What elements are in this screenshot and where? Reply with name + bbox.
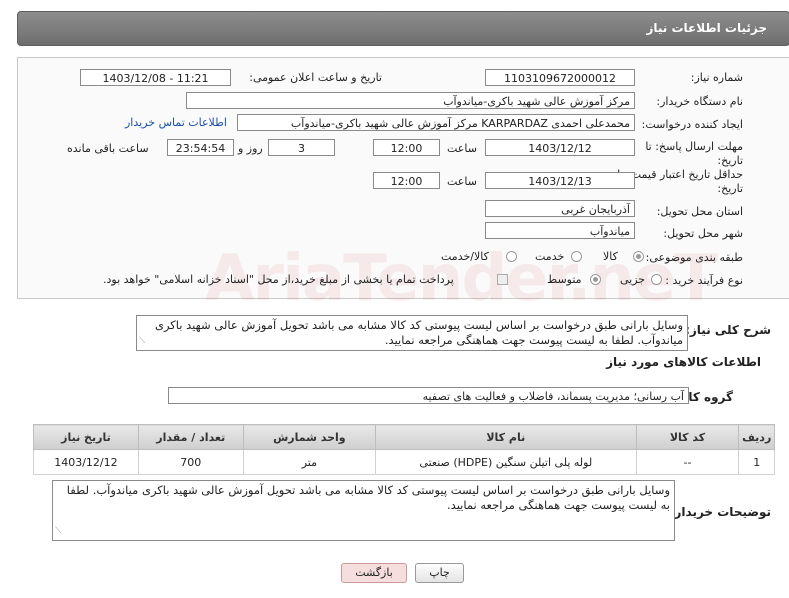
days-label: روز و [238,142,263,155]
category-service-label: خدمت [535,250,565,263]
category-both-label: کالا/خدمت [441,250,489,263]
resize-grip-icon[interactable]: ⟋ [139,334,145,349]
validity-date-field: 1403/12/13 [485,172,635,189]
resize-grip-icon[interactable]: ⟋ [55,524,61,539]
goods-section-title: اطلاعات کالاهای مورد نیاز [606,355,761,369]
cell-name: لوله پلی اتیلن سنگین (HDPE) صنعتی [375,449,637,475]
treasury-checkbox[interactable] [497,274,508,285]
announce-field: 1403/12/08 - 11:21 [80,69,231,86]
process-medium-radio[interactable] [590,274,601,285]
table-row: 1 -- لوله پلی اتیلن سنگین (HDPE) صنعتی م… [33,449,775,475]
cell-row: 1 [738,449,775,475]
col-unit: واحد شمارش [242,424,377,450]
description-textarea: وسایل بارانی طبق درخواست بر اساس لیست پی… [136,315,688,351]
remaining-time-field: 23:54:54 [167,139,234,156]
process-medium-label: متوسط [547,273,582,286]
buyer-notes-label: توضیحات خریدار: [669,505,771,519]
announce-label: تاریخ و ساعت اعلان عمومی: [249,71,382,84]
print-button[interactable]: چاپ [415,563,464,583]
page-title: جزئیات اطلاعات نیاز [646,21,767,35]
category-label: طبقه بندی موضوعی: [645,251,743,264]
process-label: نوع فرآیند خرید : [665,274,743,287]
city-field: میاندوآب [485,222,635,239]
days-field: 3 [268,139,335,156]
province-field: آذربایجان غربی [485,200,635,217]
deadline-date-field: 1403/12/12 [485,139,635,156]
cell-code: -- [635,449,740,475]
cell-qty: 700 [137,449,244,475]
page-header: جزئیات اطلاعات نیاز [17,11,789,46]
description-label: شرح کلی نیاز: [685,323,771,337]
deadline-time-label: ساعت [447,142,477,155]
validity-time-field: 12:00 [373,172,440,189]
buyer-org-field: مرکز آموزش عالی شهید باکری-میاندوآب [186,92,635,109]
process-minor-radio[interactable] [651,274,662,285]
col-code: کد کالا [635,424,740,450]
buyer-org-label: نام دستگاه خریدار: [656,95,743,108]
city-label: شهر محل تحویل: [663,227,743,240]
cell-date: 1403/12/12 [33,449,139,475]
back-button[interactable]: بازگشت [341,563,407,583]
process-minor-label: جزیی [620,273,646,286]
deadline-date-label: تاریخ: [717,154,743,167]
category-both-radio[interactable] [506,251,517,262]
buyer-contact-link[interactable]: اطلاعات تماس خریدار [125,116,227,129]
deadline-time-field: 12:00 [373,139,440,156]
cell-unit: متر [242,449,377,475]
col-qty: تعداد / مقدار [137,424,244,450]
validity-time-label: ساعت [447,175,477,188]
creator-field: محمدعلی احمدی KARPARDAZ مرکز آموزش عالی … [237,114,635,131]
col-row: ردیف [738,424,775,450]
province-label: استان محل تحویل: [656,205,743,218]
buyer-notes-text: وسایل بارانی طبق درخواست بر اساس لیست پی… [66,483,670,512]
deadline-label: مهلت ارسال پاسخ: تا [645,140,743,153]
category-service-radio[interactable] [571,251,582,262]
remaining-label: ساعت باقی مانده [67,142,149,155]
creator-label: ایجاد کننده درخواست: [641,118,743,131]
col-date: تاریخ نیاز [33,424,139,450]
category-goods-radio[interactable] [633,251,644,262]
need-number-label: شماره نیاز: [690,71,743,84]
validity-label: حداقل تاریخ اعتبار قیمت: تا [617,168,743,181]
buyer-notes-textarea: وسایل بارانی طبق درخواست بر اساس لیست پی… [52,480,675,541]
need-number-field: 1103109672000012 [485,69,635,86]
goods-table: ردیف کد کالا نام کالا واحد شمارش تعداد /… [33,424,775,475]
category-goods-label: کالا [603,250,618,263]
goods-group-field: آب رسانی؛ مدیریت پسماند، فاضلاب و فعالیت… [168,387,689,404]
validity-date-label: تاریخ: [717,182,743,195]
description-text: وسایل بارانی طبق درخواست بر اساس لیست پی… [154,318,683,347]
treasury-note: پرداخت تمام یا بخشی از مبلغ خرید،از محل … [103,273,454,286]
col-name: نام کالا [375,424,637,450]
